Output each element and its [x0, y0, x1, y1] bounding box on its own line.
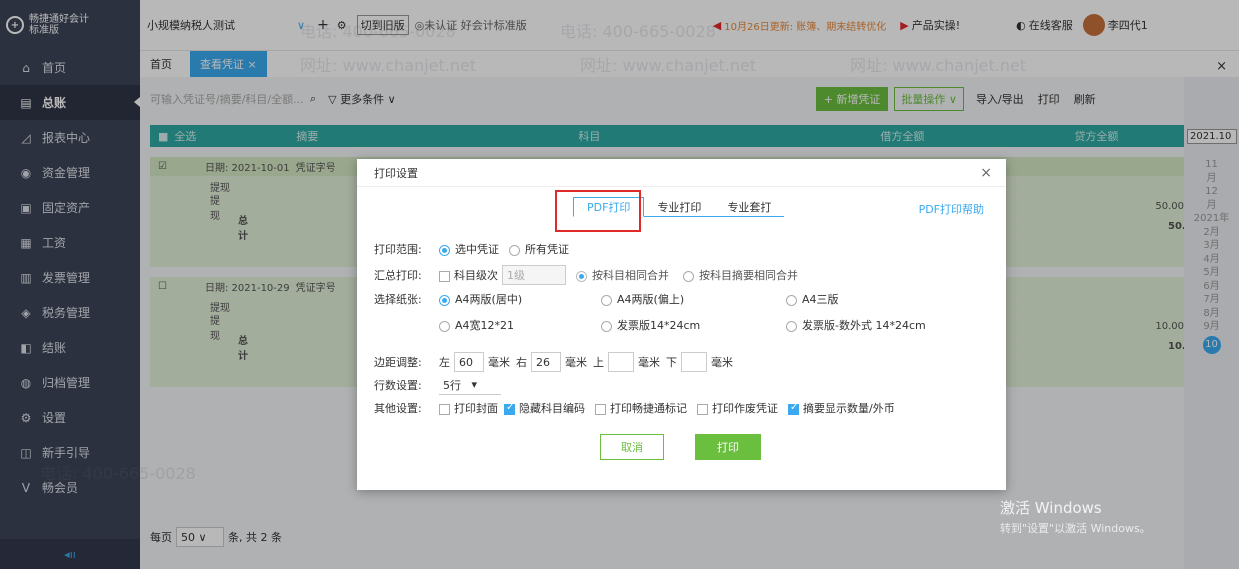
- checkbox-icon: [788, 402, 799, 415]
- checkbox-icon: [504, 402, 515, 415]
- cancel-button[interactable]: 取消: [600, 434, 664, 460]
- unit-label: 毫米: [565, 356, 587, 369]
- radio-icon: [786, 320, 797, 332]
- activation-title: 激活 Windows: [1000, 499, 1102, 517]
- option-label: A4两版(居中): [455, 293, 523, 306]
- dialog-title: 打印设置: [374, 166, 418, 180]
- option-label: 隐藏科目编码: [519, 402, 585, 415]
- unit-label: 毫米: [711, 356, 733, 369]
- print-confirm-button[interactable]: 打印: [695, 434, 761, 460]
- tab-professional-print[interactable]: 专业打印: [644, 197, 715, 217]
- paper-a4-two-center[interactable]: A4两版(居中): [439, 291, 601, 307]
- merge-same-subject-option[interactable]: 按科目相同合并: [576, 267, 669, 283]
- paper-a4-three[interactable]: A4三版: [786, 291, 956, 307]
- pdf-help-link[interactable]: PDF打印帮助: [919, 201, 984, 217]
- paper-a4-wide[interactable]: A4宽12*21: [439, 317, 601, 333]
- radio-icon: [683, 270, 694, 282]
- checkbox-icon: [697, 403, 708, 415]
- option-label: A4宽12*21: [455, 319, 515, 332]
- margin-bottom-input[interactable]: [681, 352, 707, 372]
- option-label: 选中凭证: [455, 243, 499, 256]
- option-label: 发票版14*24cm: [617, 319, 701, 332]
- rows-value: 5行: [443, 378, 461, 392]
- checkbox-icon: [595, 403, 606, 415]
- radio-icon: [439, 320, 450, 332]
- range-selected-option[interactable]: 选中凭证: [439, 241, 499, 257]
- margin-top-label: 上: [593, 356, 604, 369]
- hide-subject-code-checkbox[interactable]: 隐藏科目编码: [504, 400, 585, 416]
- radio-icon: [786, 294, 797, 306]
- checkbox-icon: [439, 403, 450, 415]
- option-label: 打印畅捷通标记: [610, 402, 687, 415]
- paper-label: 选择纸张:: [374, 293, 422, 306]
- option-label: 发票版-数外式 14*24cm: [802, 319, 926, 332]
- option-label: A4两版(偏上): [617, 293, 685, 306]
- rows-label: 行数设置:: [374, 379, 422, 392]
- option-label: 按科目摘要相同合并: [699, 269, 798, 282]
- option-label: 打印作废凭证: [712, 402, 778, 415]
- close-icon[interactable]: ×: [980, 165, 992, 181]
- paper-invoice-external[interactable]: 发票版-数外式 14*24cm: [786, 317, 956, 333]
- activation-subtitle: 转到"设置"以激活 Windows。: [1000, 522, 1151, 535]
- rows-select[interactable]: 5行 ▾: [439, 375, 501, 395]
- print-void-voucher-checkbox[interactable]: 打印作废凭证: [697, 400, 778, 416]
- margin-left-label: 左: [439, 356, 450, 369]
- radio-icon: [509, 244, 520, 256]
- option-label: 所有凭证: [525, 243, 569, 256]
- margin-label: 边距调整:: [374, 356, 422, 369]
- unit-label: 毫米: [488, 356, 510, 369]
- option-label: 按科目相同合并: [592, 269, 669, 282]
- tab-professional-template[interactable]: 专业套打: [714, 197, 785, 217]
- margin-right-input[interactable]: 26: [531, 352, 561, 372]
- show-quantity-currency-checkbox[interactable]: 摘要显示数量/外币: [788, 400, 895, 416]
- print-cover-checkbox[interactable]: 打印封面: [439, 400, 498, 416]
- radio-icon: [439, 294, 450, 306]
- paper-a4-two-top[interactable]: A4两版(偏上): [601, 291, 786, 307]
- checkbox-icon: [439, 270, 450, 282]
- highlight-box: [555, 190, 641, 232]
- radio-icon: [576, 270, 587, 282]
- radio-icon: [439, 244, 450, 256]
- radio-icon: [601, 294, 612, 306]
- margin-left-input[interactable]: 60: [454, 352, 484, 372]
- range-label: 打印范围:: [374, 243, 422, 256]
- print-chanjet-mark-checkbox[interactable]: 打印畅捷通标记: [595, 400, 687, 416]
- margin-bottom-label: 下: [666, 356, 677, 369]
- subject-level-select[interactable]: 1级: [502, 265, 566, 285]
- margin-top-input[interactable]: [608, 352, 634, 372]
- option-label: 科目级次: [454, 269, 498, 282]
- subject-level-checkbox[interactable]: 科目级次: [439, 267, 498, 283]
- paper-invoice[interactable]: 发票版14*24cm: [601, 317, 786, 333]
- summary-label: 汇总打印:: [374, 269, 422, 282]
- option-label: 摘要显示数量/外币: [803, 402, 895, 415]
- range-all-option[interactable]: 所有凭证: [509, 241, 569, 257]
- radio-icon: [601, 320, 612, 332]
- print-settings-dialog: 打印设置 × PDF打印 专业打印 专业套打 PDF打印帮助 打印范围: 选中凭证…: [357, 159, 1006, 490]
- option-label: A4三版: [802, 293, 839, 306]
- other-label: 其他设置:: [374, 402, 422, 415]
- margin-right-label: 右: [516, 356, 527, 369]
- option-label: 打印封面: [454, 402, 498, 415]
- merge-same-summary-option[interactable]: 按科目摘要相同合并: [683, 267, 798, 283]
- unit-label: 毫米: [638, 356, 660, 369]
